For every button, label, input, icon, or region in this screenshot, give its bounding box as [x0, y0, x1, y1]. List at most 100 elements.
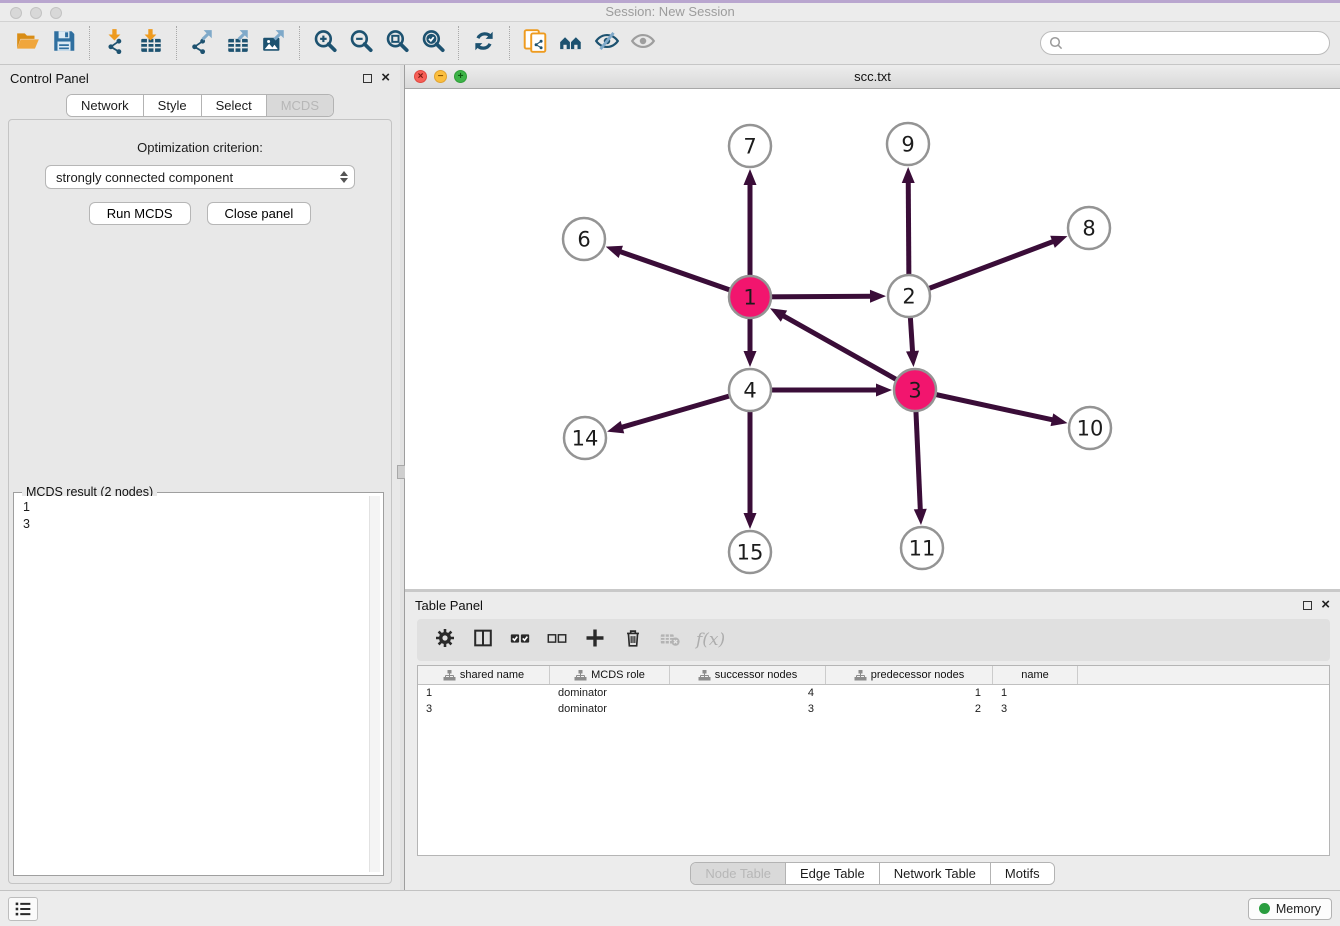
cell-successor-nodes[interactable]: 4: [670, 685, 826, 701]
zoom-out-button[interactable]: [343, 25, 379, 61]
node-1[interactable]: 1: [729, 276, 771, 318]
table-panel: Table Panel × f(x) shared nameMCDS roles…: [405, 592, 1340, 890]
table-tab-node-table[interactable]: Node Table: [691, 863, 786, 884]
cell-MCDS-role[interactable]: dominator: [550, 685, 670, 701]
memory-button[interactable]: Memory: [1248, 898, 1332, 920]
column-label: predecessor nodes: [871, 669, 965, 681]
close-table-panel-icon[interactable]: ×: [1321, 600, 1330, 610]
node-3[interactable]: 3: [894, 369, 936, 411]
search-input[interactable]: [1068, 36, 1321, 50]
tab-select[interactable]: Select: [202, 95, 267, 116]
cell-shared-name[interactable]: 3: [418, 701, 550, 717]
network-window-title: scc.txt: [854, 69, 891, 84]
zoom-selected-icon: [420, 28, 446, 59]
run-mcds-button[interactable]: Run MCDS: [89, 202, 191, 225]
node-7[interactable]: 7: [729, 125, 771, 167]
split-panel-button[interactable]: [472, 627, 494, 654]
float-panel-icon[interactable]: [363, 74, 372, 83]
node-2[interactable]: 2: [888, 275, 930, 317]
export-table-button[interactable]: [220, 25, 256, 61]
network-minimize-icon[interactable]: −: [434, 70, 447, 83]
node-4[interactable]: 4: [729, 369, 771, 411]
table-tab-edge-table[interactable]: Edge Table: [786, 863, 880, 884]
cell-predecessor-nodes[interactable]: 1: [826, 685, 993, 701]
select-all-button[interactable]: [509, 627, 531, 654]
hide-selected-button[interactable]: [589, 25, 625, 61]
cell-shared-name[interactable]: 1: [418, 685, 550, 701]
edge-1-6[interactable]: [606, 246, 750, 297]
cell-MCDS-role[interactable]: dominator: [550, 701, 670, 717]
network-canvas[interactable]: 7 9 6 8 1 2 4 3 14 10 15 11: [405, 89, 1340, 589]
cell-predecessor-nodes[interactable]: 2: [826, 701, 993, 717]
toolbar-separator: [509, 26, 510, 60]
network-window-titlebar[interactable]: × − + scc.txt: [405, 65, 1340, 89]
list-menu-icon: [12, 898, 34, 920]
close-panel-button[interactable]: Close panel: [207, 202, 312, 225]
float-table-panel-icon[interactable]: [1303, 601, 1312, 610]
network-close-icon[interactable]: ×: [414, 70, 427, 83]
tab-style[interactable]: Style: [144, 95, 202, 116]
toolbar-separator: [458, 26, 459, 60]
node-8[interactable]: 8: [1068, 207, 1110, 249]
zoom-fit-button[interactable]: [379, 25, 415, 61]
window-titlebar: Session: New Session: [0, 0, 1340, 22]
edge-2-8[interactable]: [909, 236, 1067, 296]
tab-network[interactable]: Network: [67, 95, 144, 116]
refresh-button[interactable]: [466, 25, 502, 61]
column-label: name: [1021, 669, 1049, 681]
close-panel-icon[interactable]: ×: [381, 73, 390, 83]
criterion-select-value: strongly connected component: [56, 170, 233, 185]
new-network-from-selection-button[interactable]: [517, 25, 553, 61]
node-6[interactable]: 6: [563, 218, 605, 260]
column-header-name[interactable]: name: [993, 666, 1078, 684]
table-tab-network-table[interactable]: Network Table: [880, 863, 991, 884]
node-14[interactable]: 14: [564, 417, 606, 459]
add-entry-button[interactable]: [583, 626, 607, 655]
mcds-result-textarea[interactable]: 13: [17, 496, 380, 872]
cell-name[interactable]: 1: [993, 685, 1078, 701]
save-session-icon: [51, 28, 77, 59]
zoom-selected-button[interactable]: [415, 25, 451, 61]
criterion-select[interactable]: strongly connected component: [45, 165, 355, 189]
node-9[interactable]: 9: [887, 123, 929, 165]
node-15[interactable]: 15: [729, 531, 771, 573]
table-row[interactable]: 3dominator323: [418, 701, 1329, 717]
zoom-in-button[interactable]: [307, 25, 343, 61]
first-neighbors-button[interactable]: [553, 25, 589, 61]
result-scrollbar[interactable]: [369, 496, 380, 872]
table-tab-motifs[interactable]: Motifs: [991, 863, 1054, 884]
cell-successor-nodes[interactable]: 3: [670, 701, 826, 717]
main-area: Control Panel × NetworkStyleSelectMCDS O…: [0, 65, 1340, 890]
table-panel-title: Table Panel: [415, 598, 483, 613]
node-10[interactable]: 10: [1069, 407, 1111, 449]
zoom-window-icon[interactable]: [50, 7, 62, 19]
open-session-button[interactable]: [10, 25, 46, 61]
delete-entry-button[interactable]: [622, 627, 644, 654]
search-box[interactable]: [1040, 31, 1330, 55]
import-table-button[interactable]: [133, 25, 169, 61]
minimize-window-icon[interactable]: [30, 7, 42, 19]
unselect-all-button[interactable]: [546, 627, 568, 654]
column-label: successor nodes: [715, 669, 798, 681]
column-header-successor-nodes[interactable]: successor nodes: [670, 666, 826, 684]
network-maximize-icon[interactable]: +: [454, 70, 467, 83]
edge-3-1[interactable]: [770, 308, 915, 390]
zoom-out-icon: [348, 28, 374, 59]
tab-mcds[interactable]: MCDS: [267, 95, 333, 116]
table-settings-button[interactable]: [433, 626, 457, 655]
column-header-predecessor-nodes[interactable]: predecessor nodes: [826, 666, 993, 684]
table-row[interactable]: 1dominator411: [418, 685, 1329, 701]
edge-4-14[interactable]: [607, 390, 750, 433]
column-header-shared-name[interactable]: shared name: [418, 666, 550, 684]
column-header-MCDS-role[interactable]: MCDS role: [550, 666, 670, 684]
save-session-button[interactable]: [46, 25, 82, 61]
export-network-button[interactable]: [184, 25, 220, 61]
edge-3-10[interactable]: [915, 390, 1068, 426]
close-window-icon[interactable]: [10, 7, 22, 19]
cell-name[interactable]: 3: [993, 701, 1078, 717]
task-history-button[interactable]: [8, 897, 38, 921]
import-network-button[interactable]: [97, 25, 133, 61]
node-11[interactable]: 11: [901, 527, 943, 569]
show-all-button[interactable]: [625, 25, 661, 61]
export-image-button[interactable]: [256, 25, 292, 61]
